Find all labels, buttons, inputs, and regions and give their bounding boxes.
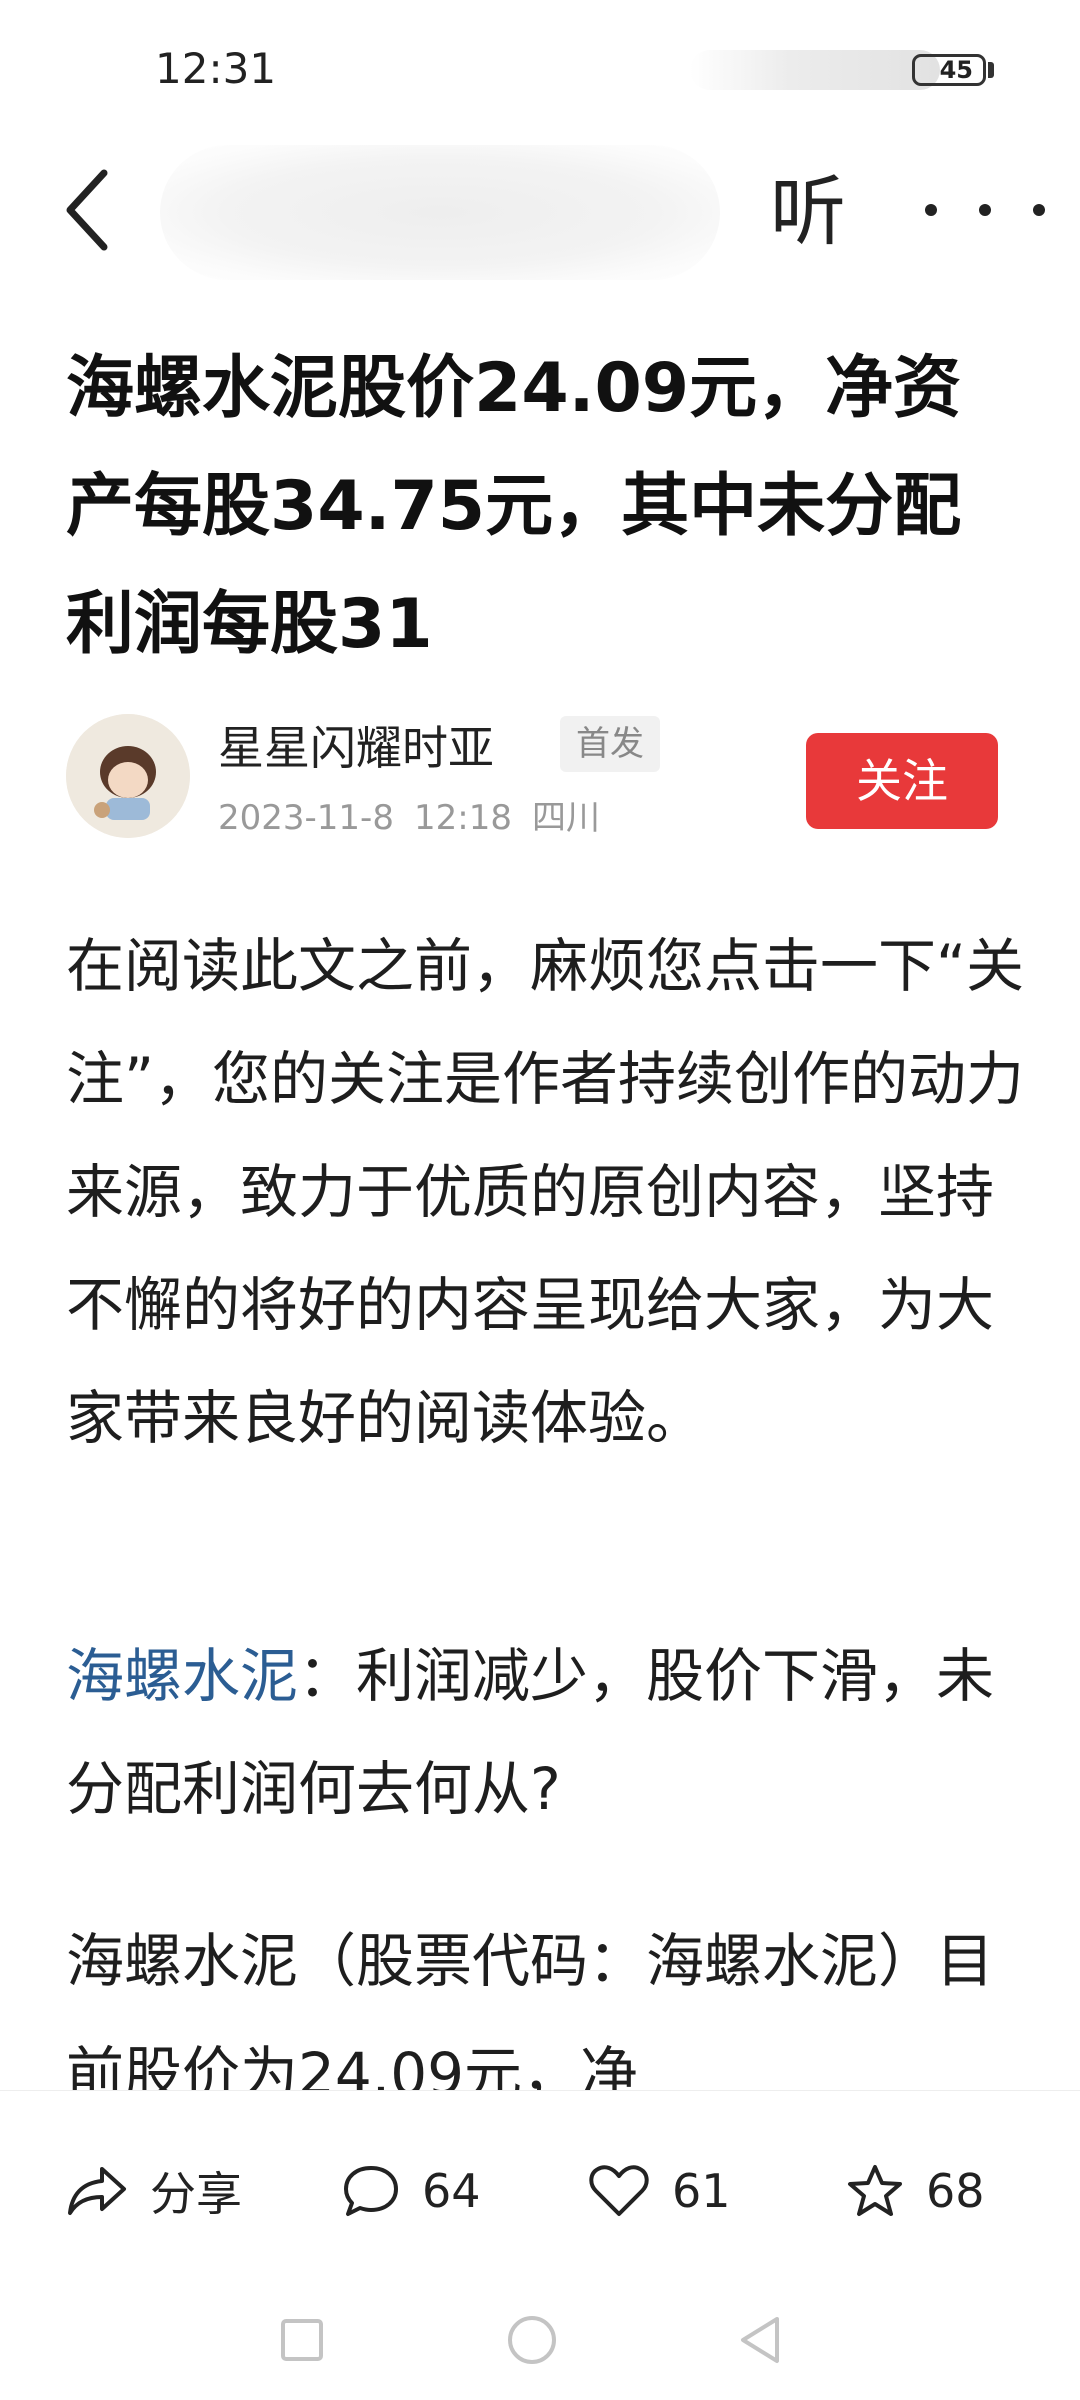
back-arrow-icon xyxy=(66,169,108,251)
system-nav-bar xyxy=(0,2290,1080,2400)
publish-date: 2023-11-8 xyxy=(218,798,394,838)
more-dots-icon xyxy=(979,204,991,216)
system-back-button[interactable] xyxy=(730,2310,790,2370)
paragraph-subtitle: 海螺水泥：利润减少，股价下滑，未分配利润何去何从? xyxy=(66,1620,1026,1846)
home-button[interactable] xyxy=(502,2310,562,2370)
like-button[interactable]: 61 xyxy=(588,2151,731,2231)
more-button[interactable] xyxy=(925,170,1045,250)
like-count: 61 xyxy=(672,2164,731,2218)
paragraph-intro: 在阅读此文之前，麻烦您点击一下“关注”，您的关注是作者持续创作的动力来源，致力于… xyxy=(66,932,1025,1452)
recent-apps-button[interactable] xyxy=(272,2310,332,2370)
blurred-title-area xyxy=(160,145,720,280)
status-bar: 12:31 45 xyxy=(0,0,1080,130)
status-icons-blurred xyxy=(690,50,940,90)
share-icon xyxy=(68,2167,126,2215)
more-dots-icon xyxy=(1033,204,1045,216)
back-button[interactable] xyxy=(52,160,122,260)
heart-icon xyxy=(589,2165,649,2216)
action-bar: 分享 64 61 68 xyxy=(0,2090,1080,2291)
star-icon xyxy=(848,2165,902,2216)
follow-button[interactable]: 关注 xyxy=(806,733,998,829)
first-publish-badge: 首发 xyxy=(560,716,660,772)
favorite-button[interactable]: 68 xyxy=(846,2151,985,2231)
favorite-count: 68 xyxy=(926,2164,985,2218)
share-label: 分享 xyxy=(150,2167,242,2221)
listen-button[interactable]: 听 xyxy=(770,162,846,262)
article-meta: 2023-11-8 12:18 四川 xyxy=(218,790,620,839)
author-name[interactable]: 星星闪耀时亚 xyxy=(218,712,494,778)
triangle-back-icon xyxy=(741,2317,779,2363)
publish-time: 12:18 xyxy=(413,798,512,838)
battery-tip xyxy=(988,62,994,78)
circle-nav-icon xyxy=(508,2316,556,2364)
comment-button[interactable]: 64 xyxy=(342,2151,481,2231)
article-headline: 海螺水泥股价24.09元，净资产每股34.75元，其中未分配利润每股31 xyxy=(66,349,962,664)
comment-icon xyxy=(344,2166,398,2216)
share-button[interactable]: 分享 xyxy=(66,2151,242,2231)
avatar[interactable] xyxy=(66,714,190,838)
battery-icon: 45 xyxy=(912,54,986,86)
status-time: 12:31 xyxy=(155,44,277,93)
more-dots-icon xyxy=(925,204,937,216)
comment-count: 64 xyxy=(422,2164,481,2218)
square-nav-icon xyxy=(281,2319,323,2361)
stock-link[interactable]: 海螺水泥 xyxy=(66,1642,298,1710)
publish-location: 四川 xyxy=(531,798,600,838)
